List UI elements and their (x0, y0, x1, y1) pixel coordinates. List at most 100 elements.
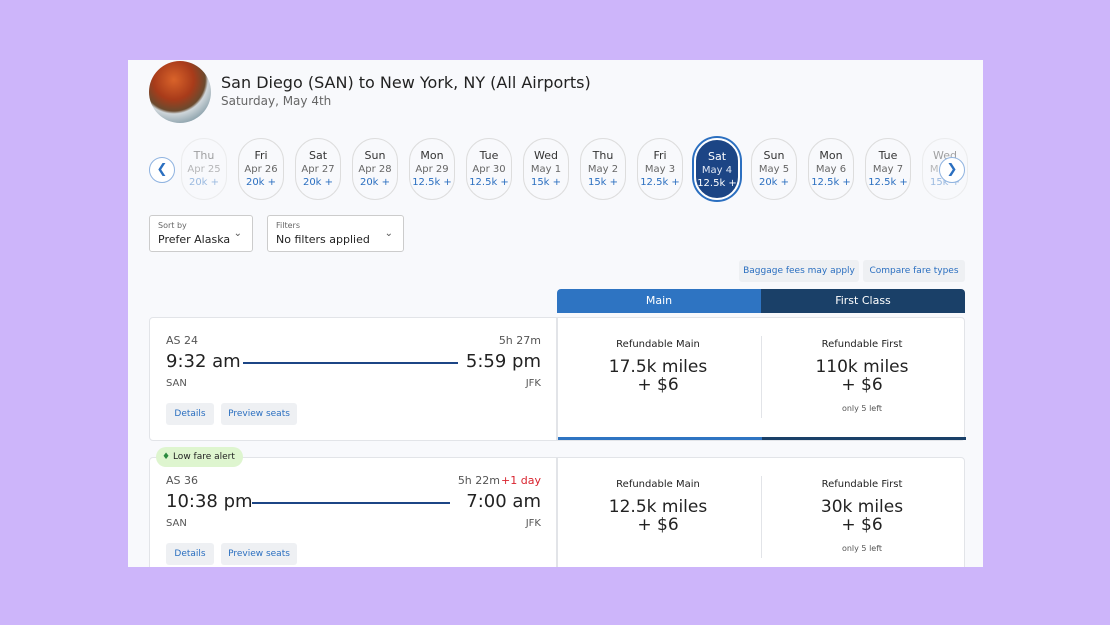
date-price: 12.5k + (412, 177, 452, 188)
date-day: Fri (653, 149, 667, 162)
next-day-indicator: +1 day (501, 474, 541, 487)
date-date: Apr 25 (187, 163, 221, 175)
date-day: Mon (420, 149, 444, 162)
chevron-down-icon: ⌄ (384, 228, 393, 239)
date-date: May 1 (530, 163, 562, 175)
preview-seats-button[interactable]: Preview seats (221, 543, 297, 565)
date-date: Apr 30 (472, 163, 506, 175)
arrive-time: 7:00 am (466, 491, 541, 512)
fare-fee: + $6 (841, 375, 883, 395)
date-price: 20k + (359, 177, 391, 188)
date-date: Apr 28 (358, 163, 392, 175)
date-price: 15k + (587, 177, 619, 188)
chevron-right-icon: ❯ (946, 162, 958, 177)
date-date: May 6 (815, 163, 847, 175)
destination-photo (149, 61, 211, 123)
date-date: May 5 (758, 163, 790, 175)
date-price: 20k + (758, 177, 790, 188)
date-option[interactable]: Thu Apr 25 20k + (181, 138, 227, 200)
baggage-fees-button[interactable]: Baggage fees may apply (739, 260, 859, 282)
origin-airport: SAN (166, 518, 187, 529)
destination-airport: JFK (525, 378, 541, 389)
date-price: 20k + (245, 177, 277, 188)
date-day: Fri (254, 149, 268, 162)
date-date: May 4 (701, 164, 733, 176)
date-option[interactable]: Sun Apr 28 20k + (352, 138, 398, 200)
tab-main[interactable]: Main (557, 289, 761, 313)
compare-fare-types-button[interactable]: Compare fare types (863, 260, 965, 282)
arrive-time: 5:59 pm (465, 351, 541, 372)
date-day: Tue (878, 149, 898, 162)
filters-dropdown[interactable]: Filters No filters applied ⌄ (267, 215, 404, 252)
sort-label: Sort by (158, 221, 187, 230)
date-date: May 3 (644, 163, 676, 175)
date-date: Apr 26 (244, 163, 278, 175)
destination-airport: JFK (525, 518, 541, 529)
prev-dates-button[interactable]: ❮ (149, 157, 175, 183)
fare-fee: + $6 (841, 515, 883, 535)
date-price: 12.5k + (811, 177, 851, 188)
fare-miles: 30k miles (820, 497, 904, 517)
fare-panel: Refundable Main 12.5k miles + $6 Refunda… (557, 457, 965, 567)
date-price: 12.5k + (868, 177, 908, 188)
seats-left: only 5 left (841, 404, 883, 413)
flight-card: AS 24 5h 27m 9:32 am 5:59 pm SAN JFK Det… (149, 317, 557, 441)
fare-option[interactable]: Refundable First 110k miles + $6 only 5 … (762, 318, 962, 413)
sort-dropdown[interactable]: Sort by Prefer Alaska ⌄ (149, 215, 253, 252)
date-price: 12.5k + (640, 177, 680, 188)
flight-number: AS 36 (166, 474, 199, 487)
date-date: May 7 (872, 163, 904, 175)
date-day: Thu (592, 149, 614, 162)
date-price: 15k + (530, 177, 562, 188)
filters-label: Filters (276, 221, 300, 230)
flight-number: AS 24 (166, 334, 199, 347)
fare-option[interactable]: Refundable Main 17.5k miles + $6 (558, 318, 758, 404)
date-day: Sun (763, 149, 785, 162)
date-option[interactable]: Wed May 1 15k + (523, 138, 569, 200)
flight-duration: 5h 22m (457, 474, 500, 487)
fare-option[interactable]: Refundable Main 12.5k miles + $6 (558, 458, 758, 544)
tag-icon: ♦ (162, 452, 171, 462)
date-price: 20k + (188, 177, 220, 188)
date-option[interactable]: Sat Apr 27 20k + (295, 138, 341, 200)
date-option[interactable]: Sat May 4 12.5k + (694, 138, 740, 200)
date-option[interactable]: Tue May 7 12.5k + (865, 138, 911, 200)
depart-time: 9:32 am (166, 351, 241, 372)
date-price: 12.5k + (697, 178, 737, 189)
low-fare-badge: ♦ Low fare alert (156, 447, 243, 467)
chevron-down-icon: ⌄ (233, 228, 242, 239)
date-day: Sun (364, 149, 386, 162)
fare-name: Refundable First (821, 479, 903, 490)
origin-airport: SAN (166, 378, 187, 389)
date-option[interactable]: Thu May 2 15k + (580, 138, 626, 200)
date-option[interactable]: Mon May 6 12.5k + (808, 138, 854, 200)
fare-divider (761, 476, 762, 558)
date-option[interactable]: Mon Apr 29 12.5k + (409, 138, 455, 200)
tab-first-class[interactable]: First Class (761, 289, 965, 313)
date-option[interactable]: Tue Apr 30 12.5k + (466, 138, 512, 200)
date-option[interactable]: Sun May 5 20k + (751, 138, 797, 200)
depart-time: 10:38 pm (166, 491, 253, 512)
date-day: Thu (193, 149, 215, 162)
flight-duration: 5h 27m (498, 334, 541, 347)
next-dates-button[interactable]: ❯ (939, 157, 965, 183)
date-day: Tue (479, 149, 499, 162)
date-day: Sat (707, 150, 727, 163)
details-button[interactable]: Details (166, 403, 214, 425)
fare-miles: 17.5k miles (608, 357, 708, 377)
route-line (252, 502, 450, 504)
fare-miles: 110k miles (815, 357, 909, 377)
fare-name: Refundable Main (616, 479, 700, 490)
fare-fee: + $6 (637, 515, 679, 535)
date-option[interactable]: Fri May 3 12.5k + (637, 138, 683, 200)
fare-divider (761, 336, 762, 418)
preview-seats-button[interactable]: Preview seats (221, 403, 297, 425)
date-day: Mon (819, 149, 843, 162)
date-option[interactable]: Fri Apr 26 20k + (238, 138, 284, 200)
fare-option[interactable]: Refundable First 30k miles + $6 only 5 l… (762, 458, 962, 553)
sort-value: Prefer Alaska (158, 233, 231, 246)
first-bar (762, 437, 966, 440)
fare-name: Refundable Main (616, 339, 700, 350)
fare-panel: Refundable Main 17.5k miles + $6 Refunda… (557, 317, 966, 441)
details-button[interactable]: Details (166, 543, 214, 565)
